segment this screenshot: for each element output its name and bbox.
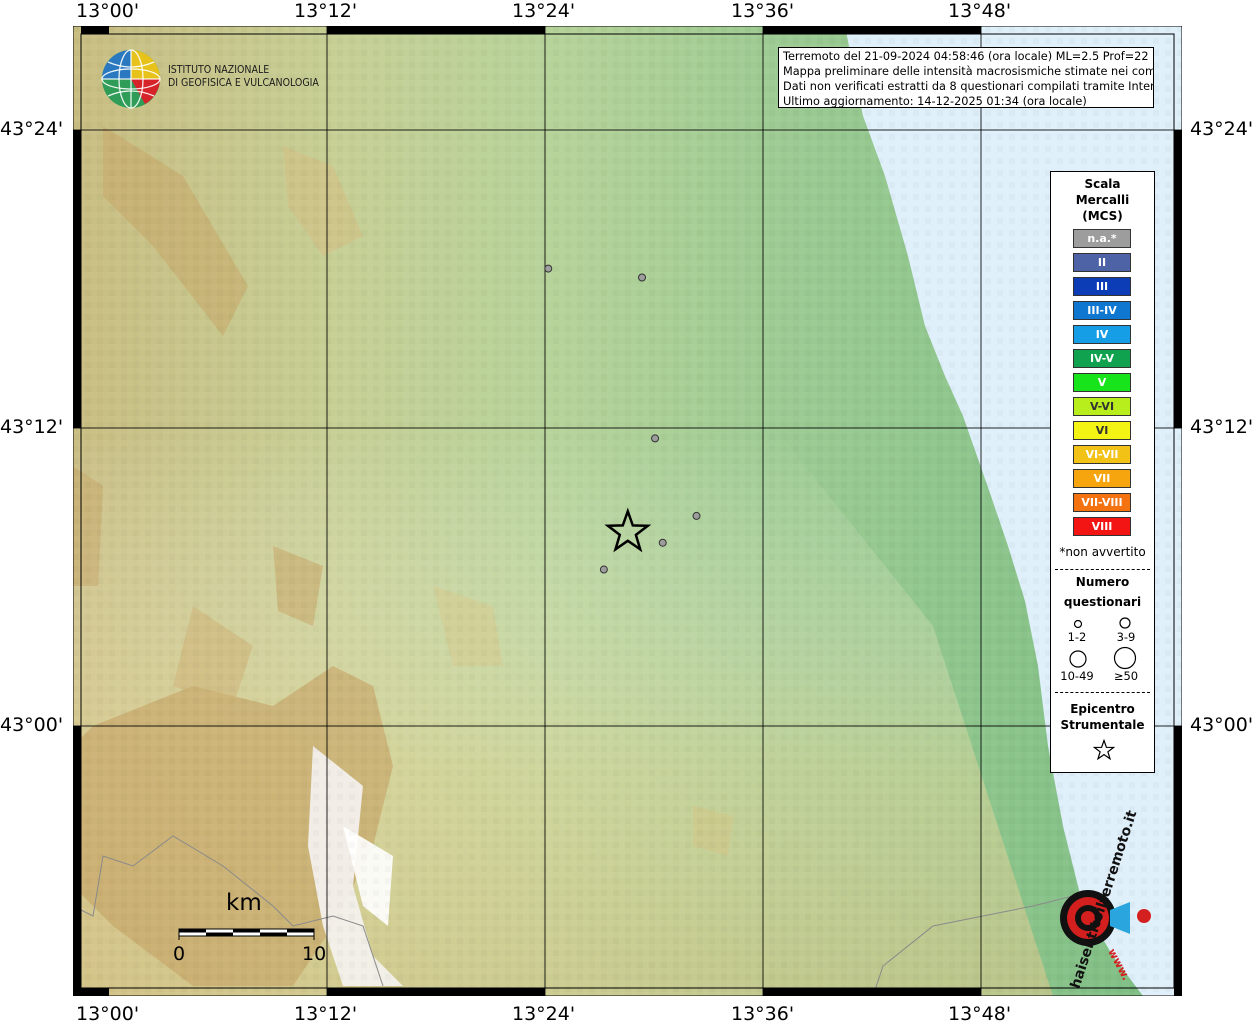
lon-tick-top-3: 13°36' xyxy=(731,0,795,22)
legend-count-title-1: Numero xyxy=(1075,575,1130,589)
lon-tick-bottom-1: 13°12' xyxy=(294,1003,358,1025)
lon-tick-top-1: 13°12' xyxy=(294,0,358,22)
mcs-scale-item: n.a.* xyxy=(1073,229,1131,248)
lon-tick-bottom-2: 13°24' xyxy=(512,1003,576,1025)
mcs-scale-item: V-VI xyxy=(1073,397,1131,416)
mcs-scale-item: VI xyxy=(1073,421,1131,440)
legend-epicenter-title-2: Strumentale xyxy=(1060,718,1145,732)
lat-tick-left-2: 43°00' xyxy=(0,714,64,736)
mcs-scale-item: VI-VII xyxy=(1073,445,1131,464)
mcs-scale-item: III-IV xyxy=(1073,301,1131,320)
questionnaire-point[interactable] xyxy=(658,538,667,547)
count-label-3-9: 3-9 xyxy=(1116,630,1136,644)
globe-icon xyxy=(101,49,161,109)
legend-title-mcs: (MCS) xyxy=(1082,209,1123,223)
legend-title-mercalli: Mercalli xyxy=(1075,193,1130,207)
scalebar-min-label: 0 xyxy=(173,943,186,965)
questionnaire-point[interactable] xyxy=(544,264,553,273)
legend-separator-1 xyxy=(1055,569,1150,570)
lon-tick-bottom-3: 13°36' xyxy=(731,1003,795,1025)
legend-count-title-2: questionari xyxy=(1063,595,1142,609)
legend-epicenter-title-1: Epicentro xyxy=(1070,702,1135,716)
mcs-scale-item: VII xyxy=(1073,469,1131,488)
info-line-1: Terremoto del 21-09-2024 04:58:46 (ora l… xyxy=(783,50,1154,63)
questionnaire-point[interactable] xyxy=(651,434,660,443)
mcs-scale-item: V xyxy=(1073,373,1131,392)
info-line-4: Ultimo aggiornamento: 14-12-2025 01:34 (… xyxy=(783,95,1087,108)
count-label-50: ≥50 xyxy=(1113,669,1139,683)
earthquake-info-box: Terremoto del 21-09-2024 04:58:46 (ora l… xyxy=(778,47,1154,108)
lon-tick-top-2: 13°24' xyxy=(512,0,576,22)
ingv-logo: ISTITUTO NAZIONALE DI GEOFISICA E VULCAN… xyxy=(100,48,320,110)
lat-tick-right-1: 43°12' xyxy=(1190,416,1254,438)
ingv-logo-text: ISTITUTO NAZIONALE DI GEOFISICA E VULCAN… xyxy=(168,64,319,90)
watermark-logo: haisentitoilterremoto.it www. xyxy=(1030,808,1165,991)
count-label-10-49: 10-49 xyxy=(1060,669,1094,683)
lat-tick-right-2: 43°00' xyxy=(1190,714,1254,736)
ingv-logo-line1: ISTITUTO NAZIONALE xyxy=(168,64,270,76)
legend-not-felt-note: *non avvertito xyxy=(1059,545,1146,559)
lat-tick-left-0: 43°24' xyxy=(0,118,64,140)
count-label-1-2: 1-2 xyxy=(1067,630,1087,644)
lat-tick-right-0: 43°24' xyxy=(1190,118,1254,140)
count-circle-xlarge xyxy=(1113,646,1137,670)
count-circle-small xyxy=(1073,619,1083,629)
intensity-map[interactable] xyxy=(73,26,1182,996)
mcs-legend: Scala Mercalli (MCS) n.a.* II III III-IV IV I… xyxy=(1050,171,1155,773)
legend-title-scala: Scala xyxy=(1084,177,1121,191)
mcs-scale-item: VII-VIII xyxy=(1073,493,1131,512)
questionnaire-point[interactable] xyxy=(638,273,647,282)
lon-tick-bottom-4: 13°48' xyxy=(948,1003,1012,1025)
count-circle-large xyxy=(1069,650,1087,668)
questionnaire-point[interactable] xyxy=(599,565,608,574)
count-circle-medium xyxy=(1119,617,1131,629)
info-line-3: Dati non verificati estratti da 8 questi… xyxy=(783,80,1154,93)
mcs-scale-item: IV-V xyxy=(1073,349,1131,368)
questionnaire-point[interactable] xyxy=(692,511,701,520)
legend-separator-2 xyxy=(1055,692,1150,693)
mcs-scale-item: II xyxy=(1073,253,1131,272)
mcs-scale-item: III xyxy=(1073,277,1131,296)
mcs-scale-item: VIII xyxy=(1073,517,1131,536)
lon-tick-top-4: 13°48' xyxy=(948,0,1012,22)
lat-tick-left-1: 43°12' xyxy=(0,416,64,438)
ingv-logo-line2: DI GEOFISICA E VULCANOLOGIA xyxy=(168,77,319,89)
lon-tick-top-0: 13°00' xyxy=(76,0,140,22)
scalebar-unit-label: km xyxy=(226,890,262,916)
scalebar-max-label: 10 xyxy=(302,943,327,965)
map-frame[interactable] xyxy=(73,26,1182,996)
star-icon xyxy=(1093,739,1115,761)
lon-tick-bottom-0: 13°00' xyxy=(76,1003,140,1025)
info-line-2: Mappa preliminare delle intensità macros… xyxy=(783,65,1154,78)
mcs-scale-item: IV xyxy=(1073,325,1131,344)
